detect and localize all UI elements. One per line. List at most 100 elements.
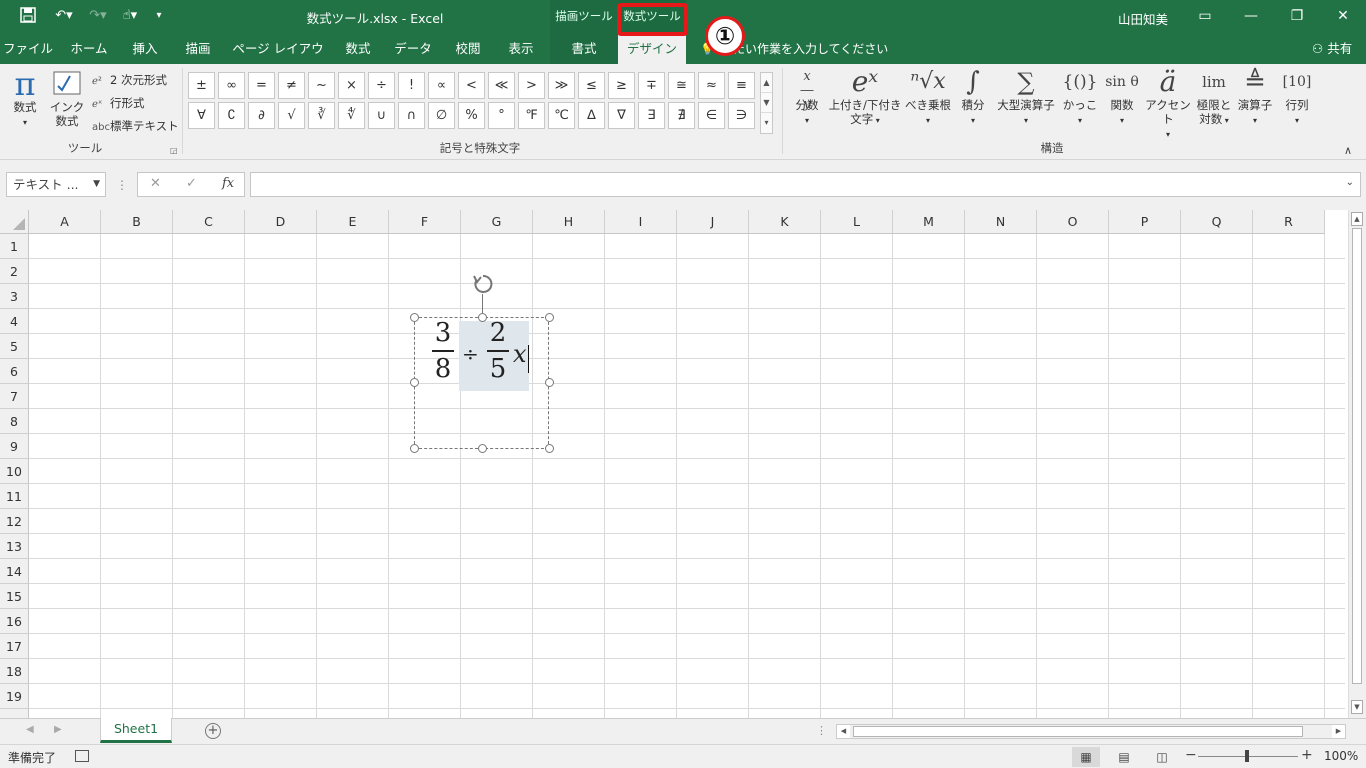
redo-icon[interactable]: ↷▾ [84, 7, 112, 25]
symbol-button[interactable]: ∄ [668, 102, 695, 129]
radical-button[interactable]: ⁿ√x べき乗根 ▾ [904, 68, 952, 128]
equation-button[interactable]: π 数式 ▾ [6, 68, 44, 130]
symbol-button[interactable]: ± [188, 72, 215, 99]
column-header[interactable]: K [749, 210, 821, 234]
symbol-button[interactable]: < [458, 72, 485, 99]
horizontal-scrollbar[interactable]: ◀ ▶ [836, 724, 1346, 739]
resize-handle-bottom-right[interactable] [545, 444, 554, 453]
symbol-button[interactable]: > [518, 72, 545, 99]
accent-button[interactable]: ä アクセント ▾ [1142, 68, 1194, 142]
ink-equation-button[interactable]: インク 数式 [48, 70, 86, 128]
scroll-up-icon[interactable]: ▲ [761, 73, 772, 93]
tab-insert[interactable]: 挿入 [122, 32, 168, 64]
tab-splitter[interactable]: ⋮ [816, 724, 827, 737]
worksheet-grid[interactable]: ABCDEFGHIJKLMNOPQR 1 2 3 4 5 6 7 8 9 10 11 12 13 14 15… [0, 210, 1366, 718]
symbol-button[interactable]: ∪ [368, 102, 395, 129]
tab-review[interactable]: 校閲 [444, 32, 492, 64]
page-layout-view-icon[interactable]: ▤ [1110, 747, 1138, 767]
row-header[interactable]: 8 [0, 409, 29, 434]
function-button[interactable]: sin θ 関数 ▾ [1102, 68, 1142, 128]
rotate-handle-icon[interactable] [471, 272, 495, 296]
zoom-slider-thumb[interactable] [1245, 750, 1249, 762]
tab-page-layout[interactable]: ページ レイアウト [228, 32, 328, 90]
resize-handle-top-right[interactable] [545, 313, 554, 322]
row-header[interactable]: 12 [0, 509, 29, 534]
equation-fraction-1[interactable]: 3 8 [431, 318, 455, 384]
row-header[interactable]: 18 [0, 659, 29, 684]
symbol-button[interactable]: ≅ [668, 72, 695, 99]
row-header[interactable]: 16 [0, 609, 29, 634]
resize-handle-bottom-left[interactable] [410, 444, 419, 453]
scroll-right-arrow-icon[interactable]: ▶ [1332, 725, 1345, 738]
symbol-button[interactable]: ∃ [638, 102, 665, 129]
row-header[interactable]: 17 [0, 634, 29, 659]
formula-input[interactable]: ⌄ [250, 172, 1361, 197]
equation-fraction-2[interactable]: 2 5 [486, 318, 510, 384]
row-header[interactable]: 10 [0, 459, 29, 484]
restore-icon[interactable]: ❐ [1274, 0, 1320, 32]
symbol-button[interactable]: ∩ [398, 102, 425, 129]
vertical-scrollbar[interactable]: ▲ ▼ [1348, 210, 1366, 718]
resize-handle-left[interactable] [410, 378, 419, 387]
symbol-button[interactable]: ≫ [548, 72, 575, 99]
resize-handle-right[interactable] [545, 378, 554, 387]
symbol-button[interactable]: ~ [308, 72, 335, 99]
large-operator-button[interactable]: ∑ 大型演算子 ▾ [994, 68, 1058, 128]
scroll-thumb[interactable] [1352, 228, 1362, 684]
scroll-thumb[interactable] [853, 726, 1303, 737]
fraction-button[interactable]: x ― y 分数 ▾ [788, 68, 826, 128]
column-header[interactable]: G [461, 210, 533, 234]
symbol-button[interactable]: ÷ [368, 72, 395, 99]
symbol-button[interactable]: ≡ [728, 72, 755, 99]
add-sheet-icon[interactable]: + [205, 723, 221, 739]
symbol-button[interactable]: ∇ [608, 102, 635, 129]
symbol-button[interactable]: ≤ [578, 72, 605, 99]
enter-icon[interactable]: ✓ [186, 176, 197, 191]
resize-handle-bottom[interactable] [478, 444, 487, 453]
symbol-button[interactable]: × [338, 72, 365, 99]
column-header[interactable]: D [245, 210, 317, 234]
row-header[interactable] [0, 709, 29, 718]
script-button[interactable]: eˣ 上付き/下付き 文字 ▾ [826, 68, 904, 128]
user-name[interactable]: 山田知美 [1118, 9, 1168, 28]
scroll-down-arrow-icon[interactable]: ▼ [1351, 700, 1363, 714]
symbol-button[interactable]: ∂ [248, 102, 275, 129]
scroll-left-arrow-icon[interactable]: ◀ [837, 725, 850, 738]
formula-bar-splitter[interactable]: ⋮ [116, 178, 128, 192]
column-header[interactable]: L [821, 210, 893, 234]
zoom-level[interactable]: 100% [1324, 749, 1358, 763]
scroll-up-arrow-icon[interactable]: ▲ [1351, 212, 1363, 226]
column-header[interactable]: R [1253, 210, 1325, 234]
column-header[interactable]: I [605, 210, 677, 234]
column-header[interactable]: C [173, 210, 245, 234]
minimize-icon[interactable]: — [1228, 0, 1274, 32]
symbols-scroll[interactable]: ▲ ▼ ▾ [760, 72, 773, 134]
expand-formula-bar-icon[interactable]: ⌄ [1346, 177, 1354, 188]
symbol-button[interactable]: ∅ [428, 102, 455, 129]
column-header[interactable]: O [1037, 210, 1109, 234]
customize-qat-icon[interactable]: ▾ [152, 7, 166, 25]
symbol-button[interactable]: ≠ [278, 72, 305, 99]
chevron-down-icon[interactable]: ▼ [93, 173, 100, 196]
page-break-view-icon[interactable]: ◫ [1148, 747, 1176, 767]
sheet-tab-sheet1[interactable]: Sheet1 [100, 718, 172, 743]
symbol-button[interactable]: ℃ [548, 102, 575, 129]
symbol-button[interactable]: ∋ [728, 102, 755, 129]
tab-draw[interactable]: 描画 [174, 32, 222, 64]
column-header[interactable]: N [965, 210, 1037, 234]
tab-home[interactable]: ホーム [62, 32, 116, 64]
matrix-button[interactable]: [10] 行列 ▾ [1278, 68, 1316, 128]
symbol-button[interactable]: ∞ [218, 72, 245, 99]
symbol-button[interactable]: % [458, 102, 485, 129]
row-header[interactable]: 19 [0, 684, 29, 709]
symbol-button[interactable]: √ [278, 102, 305, 129]
row-header[interactable]: 15 [0, 584, 29, 609]
tab-view[interactable]: 表示 [498, 32, 544, 64]
tab-data[interactable]: データ [388, 32, 438, 64]
tab-formulas[interactable]: 数式 [334, 32, 382, 64]
share-button[interactable]: ⚇ 共有 [1312, 32, 1352, 64]
next-sheet-icon[interactable]: ▶ [54, 724, 62, 735]
symbol-button[interactable]: ≈ [698, 72, 725, 99]
symbol-button[interactable]: ° [488, 102, 515, 129]
tab-file[interactable]: ファイル [0, 32, 56, 64]
